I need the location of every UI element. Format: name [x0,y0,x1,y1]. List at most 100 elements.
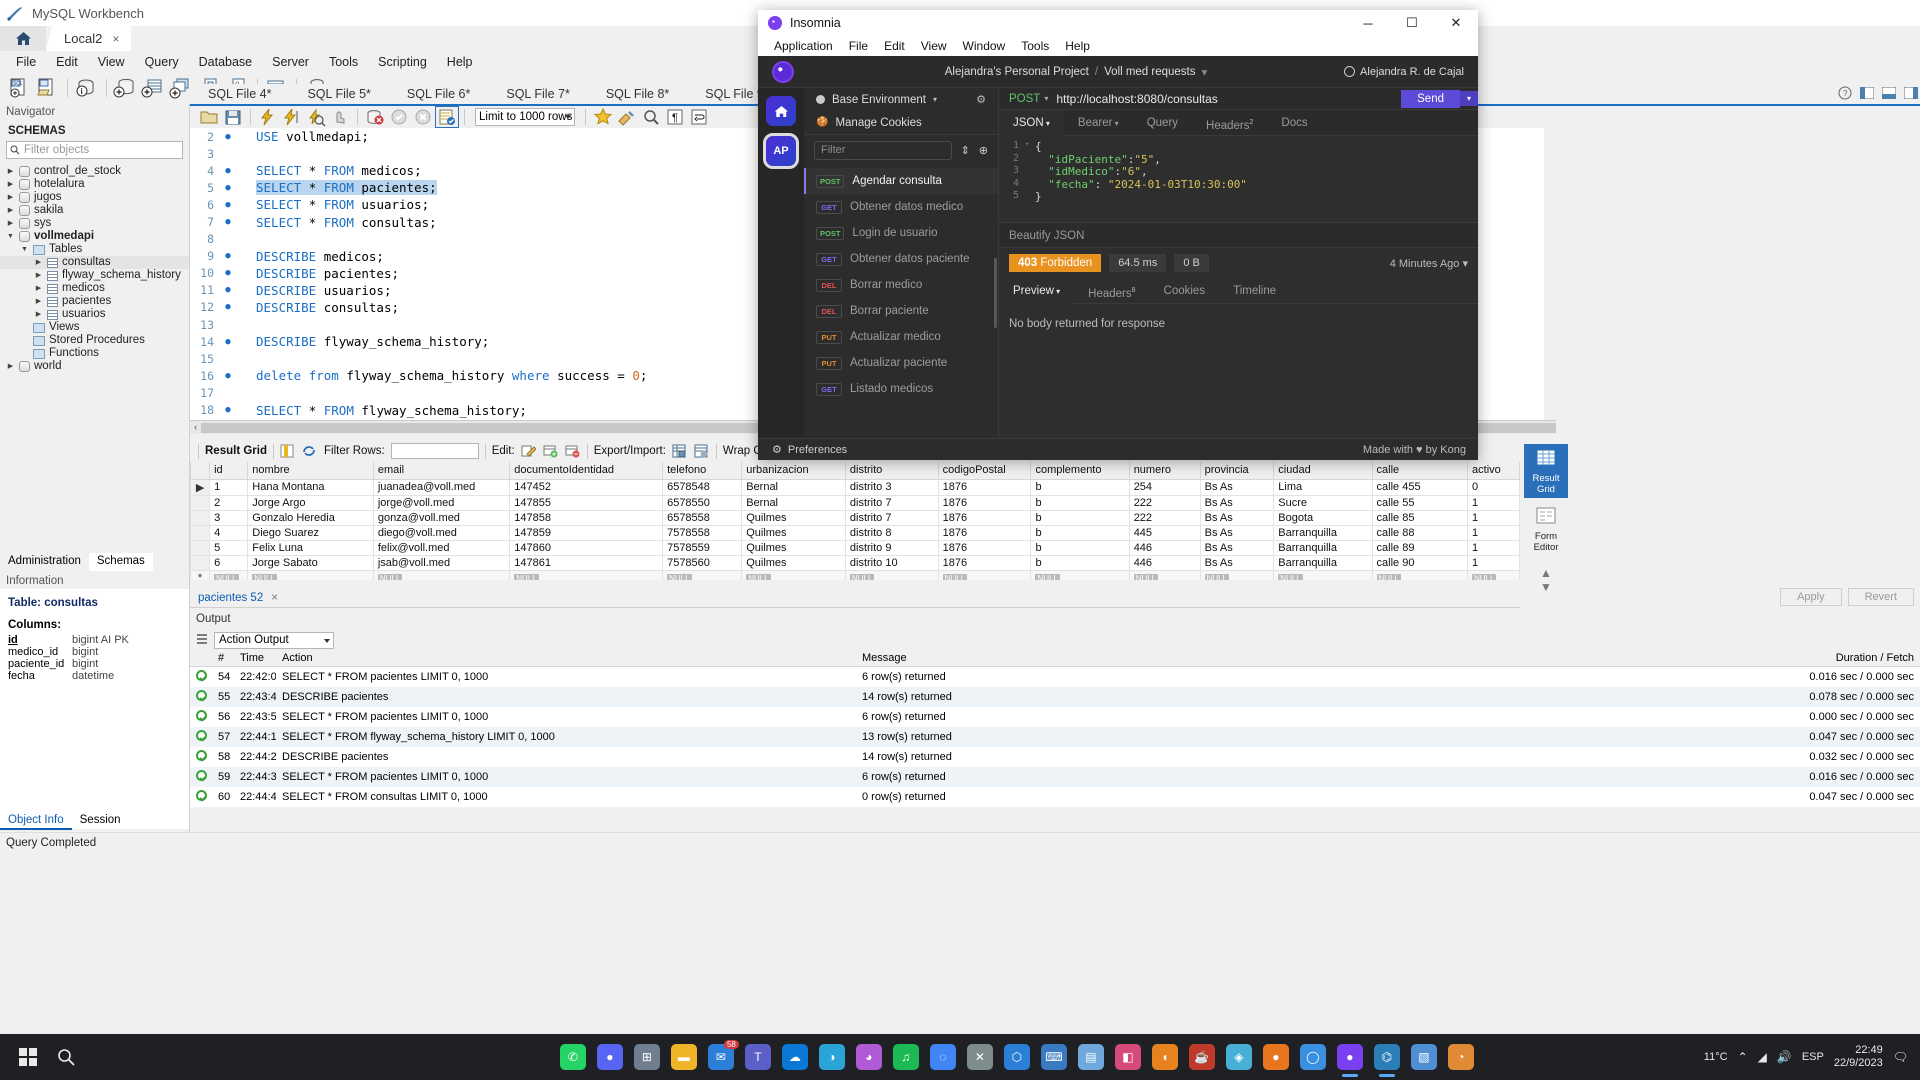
table-cell[interactable]: distrito 3 [844,478,939,496]
table-cell-null[interactable]: NULL [1128,569,1201,580]
table-cell[interactable]: distrito 10 [844,554,939,571]
chevron-down-icon[interactable]: ▾ [1044,119,1050,128]
plus-circle-icon[interactable]: ⊕ [979,144,988,157]
column-header-activo[interactable]: activo [1467,462,1520,480]
edge-icon[interactable]: ◑ [818,1044,845,1070]
chevron-right-icon[interactable]: ▶ [6,204,15,217]
table-cell[interactable]: 446 [1128,554,1201,571]
filter-rows-input[interactable] [390,443,479,459]
help-icon[interactable]: ? [1838,86,1852,103]
table-cell[interactable]: 147855 [509,494,664,511]
table-cell[interactable]: 1876 [937,494,1032,511]
table-cell[interactable]: 1 [1467,524,1520,541]
table-cell[interactable]: 147858 [509,509,664,526]
request-item-obtener-datos-medico[interactable]: GET Obtener datos medico [804,194,998,220]
table-cell[interactable]: 2 [209,494,249,511]
column-header-id[interactable]: id [209,462,249,480]
chevron-up-icon[interactable]: ⌃ [1738,1050,1748,1064]
chrome-icon[interactable]: ◌ [929,1044,956,1070]
rail-workspace-button[interactable]: AP [763,133,799,169]
menu-item-edit[interactable]: Edit [46,53,88,71]
teams-icon[interactable]: T [744,1044,771,1070]
environment-selector[interactable]: Base Environment ▾ ⚙ [804,88,998,111]
column-header-nombre[interactable]: nombre [247,462,374,480]
response-timestamp[interactable]: 4 Minutes Ago ▾ [1390,257,1468,270]
table-cell[interactable]: Jorge Sabato [247,554,374,571]
chevron-down-icon[interactable]: ▼ [20,243,29,256]
column-header-complemento[interactable]: complemento [1030,462,1130,480]
statement-marker-icon[interactable]: ● [220,337,236,347]
insomnia-menu-tools[interactable]: Tools [1013,39,1057,53]
request-item-actualizar-paciente[interactable]: PUT Actualizar paciente [804,350,998,376]
execute-icon[interactable] [257,107,279,127]
table-cell[interactable]: distrito 8 [844,524,939,541]
fold-icon[interactable] [1025,165,1035,178]
table-cell[interactable]: b [1030,524,1130,541]
statement-marker-icon[interactable]: ● [220,132,236,142]
table-cell[interactable]: Bs As [1199,554,1275,571]
insomnia-menu-view[interactable]: View [913,39,955,53]
user-account[interactable]: Alejandra R. de Cajal [1344,66,1464,78]
xbox-icon[interactable]: ✕ [966,1044,993,1070]
table-cell[interactable]: 1876 [937,478,1032,496]
statement-marker-icon[interactable]: ● [220,251,236,261]
whatsapp-icon[interactable]: ✆ [559,1044,586,1070]
breadcrumb[interactable]: Alejandra's Personal Project / Voll med … [945,65,1208,79]
invisible-characters-icon[interactable]: ¶ [664,107,686,127]
navigator-tab-schemas[interactable]: Schemas [88,553,153,571]
output-row[interactable]: 58 22:44:27 DESCRIBE pacientes 14 row(s) re… [190,747,1920,767]
chevron-down-icon[interactable]: ▼ [6,230,15,243]
layout-bottom-icon[interactable] [1881,86,1897,102]
table-cell[interactable]: 1876 [937,554,1032,571]
chevron-right-icon[interactable]: ▶ [6,360,15,373]
table-cell[interactable]: calle 89 [1371,539,1469,556]
navigator-tab-administration[interactable]: Administration [0,553,89,571]
table-cell[interactable]: b [1030,478,1130,496]
breadcrumb-project[interactable]: Alejandra's Personal Project [945,66,1089,78]
new-row-placeholder[interactable]: * NULL NULL NULL NULL NULL NULL NULL NULL NULL NUL… [190,569,1520,580]
sql-tabbar-right-controls[interactable]: ? [1838,86,1919,103]
weather-temperature[interactable]: 11°C [1704,1051,1728,1063]
tree-item-vollmedapi[interactable]: ▼ vollmedapi [0,230,189,243]
firefox-icon[interactable]: ● [1262,1044,1289,1070]
chevron-down-icon[interactable]: ▾ [1462,258,1468,270]
table-row[interactable]: ▶ 1 Hana Montana juanadea@voll.med 147452 657… [190,478,1520,496]
table-cell[interactable]: Barranquilla [1273,539,1373,556]
language-indicator[interactable]: ESP [1802,1051,1824,1063]
layout-left-icon[interactable] [1859,86,1875,102]
json-line[interactable]: 1 ▾{ [999,140,1478,153]
insomnia-menu-window[interactable]: Window [955,39,1014,53]
chevron-right-icon[interactable]: ▶ [34,282,43,295]
table-cell[interactable]: 3 [209,509,249,526]
table-cell[interactable]: calle 90 [1371,554,1469,571]
table-row[interactable]: 2 Jorge Argo jorge@voll.med 147855 6578550 Be… [190,494,1520,511]
table-cell[interactable]: 446 [1128,539,1201,556]
column-header-provincia[interactable]: provincia [1199,462,1275,480]
insomnia-menu-file[interactable]: File [841,39,876,53]
menu-item-database[interactable]: Database [189,53,263,71]
sql-icon[interactable]: ▧ [1410,1044,1437,1070]
info-tab-object-info[interactable]: Object Info [0,812,72,830]
calculator-icon[interactable]: ⊞ [633,1044,660,1070]
output-row[interactable]: 5522:43:40DESCRIBE pacientes14 row(s) re… [190,687,1920,707]
tree-item-functions[interactable]: Functions [0,347,189,360]
table-cell[interactable]: Bs As [1199,494,1275,511]
table-cell[interactable]: Jorge Argo [247,494,374,511]
output-type-select[interactable]: Action Output [214,631,334,649]
close-icon[interactable]: × [112,32,119,46]
beautify-sql-icon[interactable] [592,107,614,127]
table-cell[interactable]: juanadea@voll.med [372,478,511,496]
sidebar-scrollbar[interactable] [994,258,997,328]
table-cell[interactable]: 147859 [509,524,664,541]
sql-tab-sql-file-4-[interactable]: SQL File 4* [190,83,289,105]
workbench-document-tab[interactable]: Local2 × [46,26,132,51]
chevron-right-icon[interactable]: ▶ [34,269,43,282]
request-item-borrar-paciente[interactable]: DEL Borrar paciente [804,298,998,324]
table-row[interactable]: 5 Felix Luna felix@voll.med 147860 7578559 Qu… [190,539,1520,556]
chevron-down-icon[interactable]: ▾ [1112,119,1119,128]
table-cell-null[interactable]: NULL [372,569,511,580]
volume-icon[interactable]: 🔊 [1777,1050,1792,1064]
onedrive-icon[interactable]: ☁ [781,1044,808,1070]
tab-query[interactable]: Query [1133,110,1192,136]
sql-tab-sql-file-7-[interactable]: SQL File 7* [488,83,587,105]
